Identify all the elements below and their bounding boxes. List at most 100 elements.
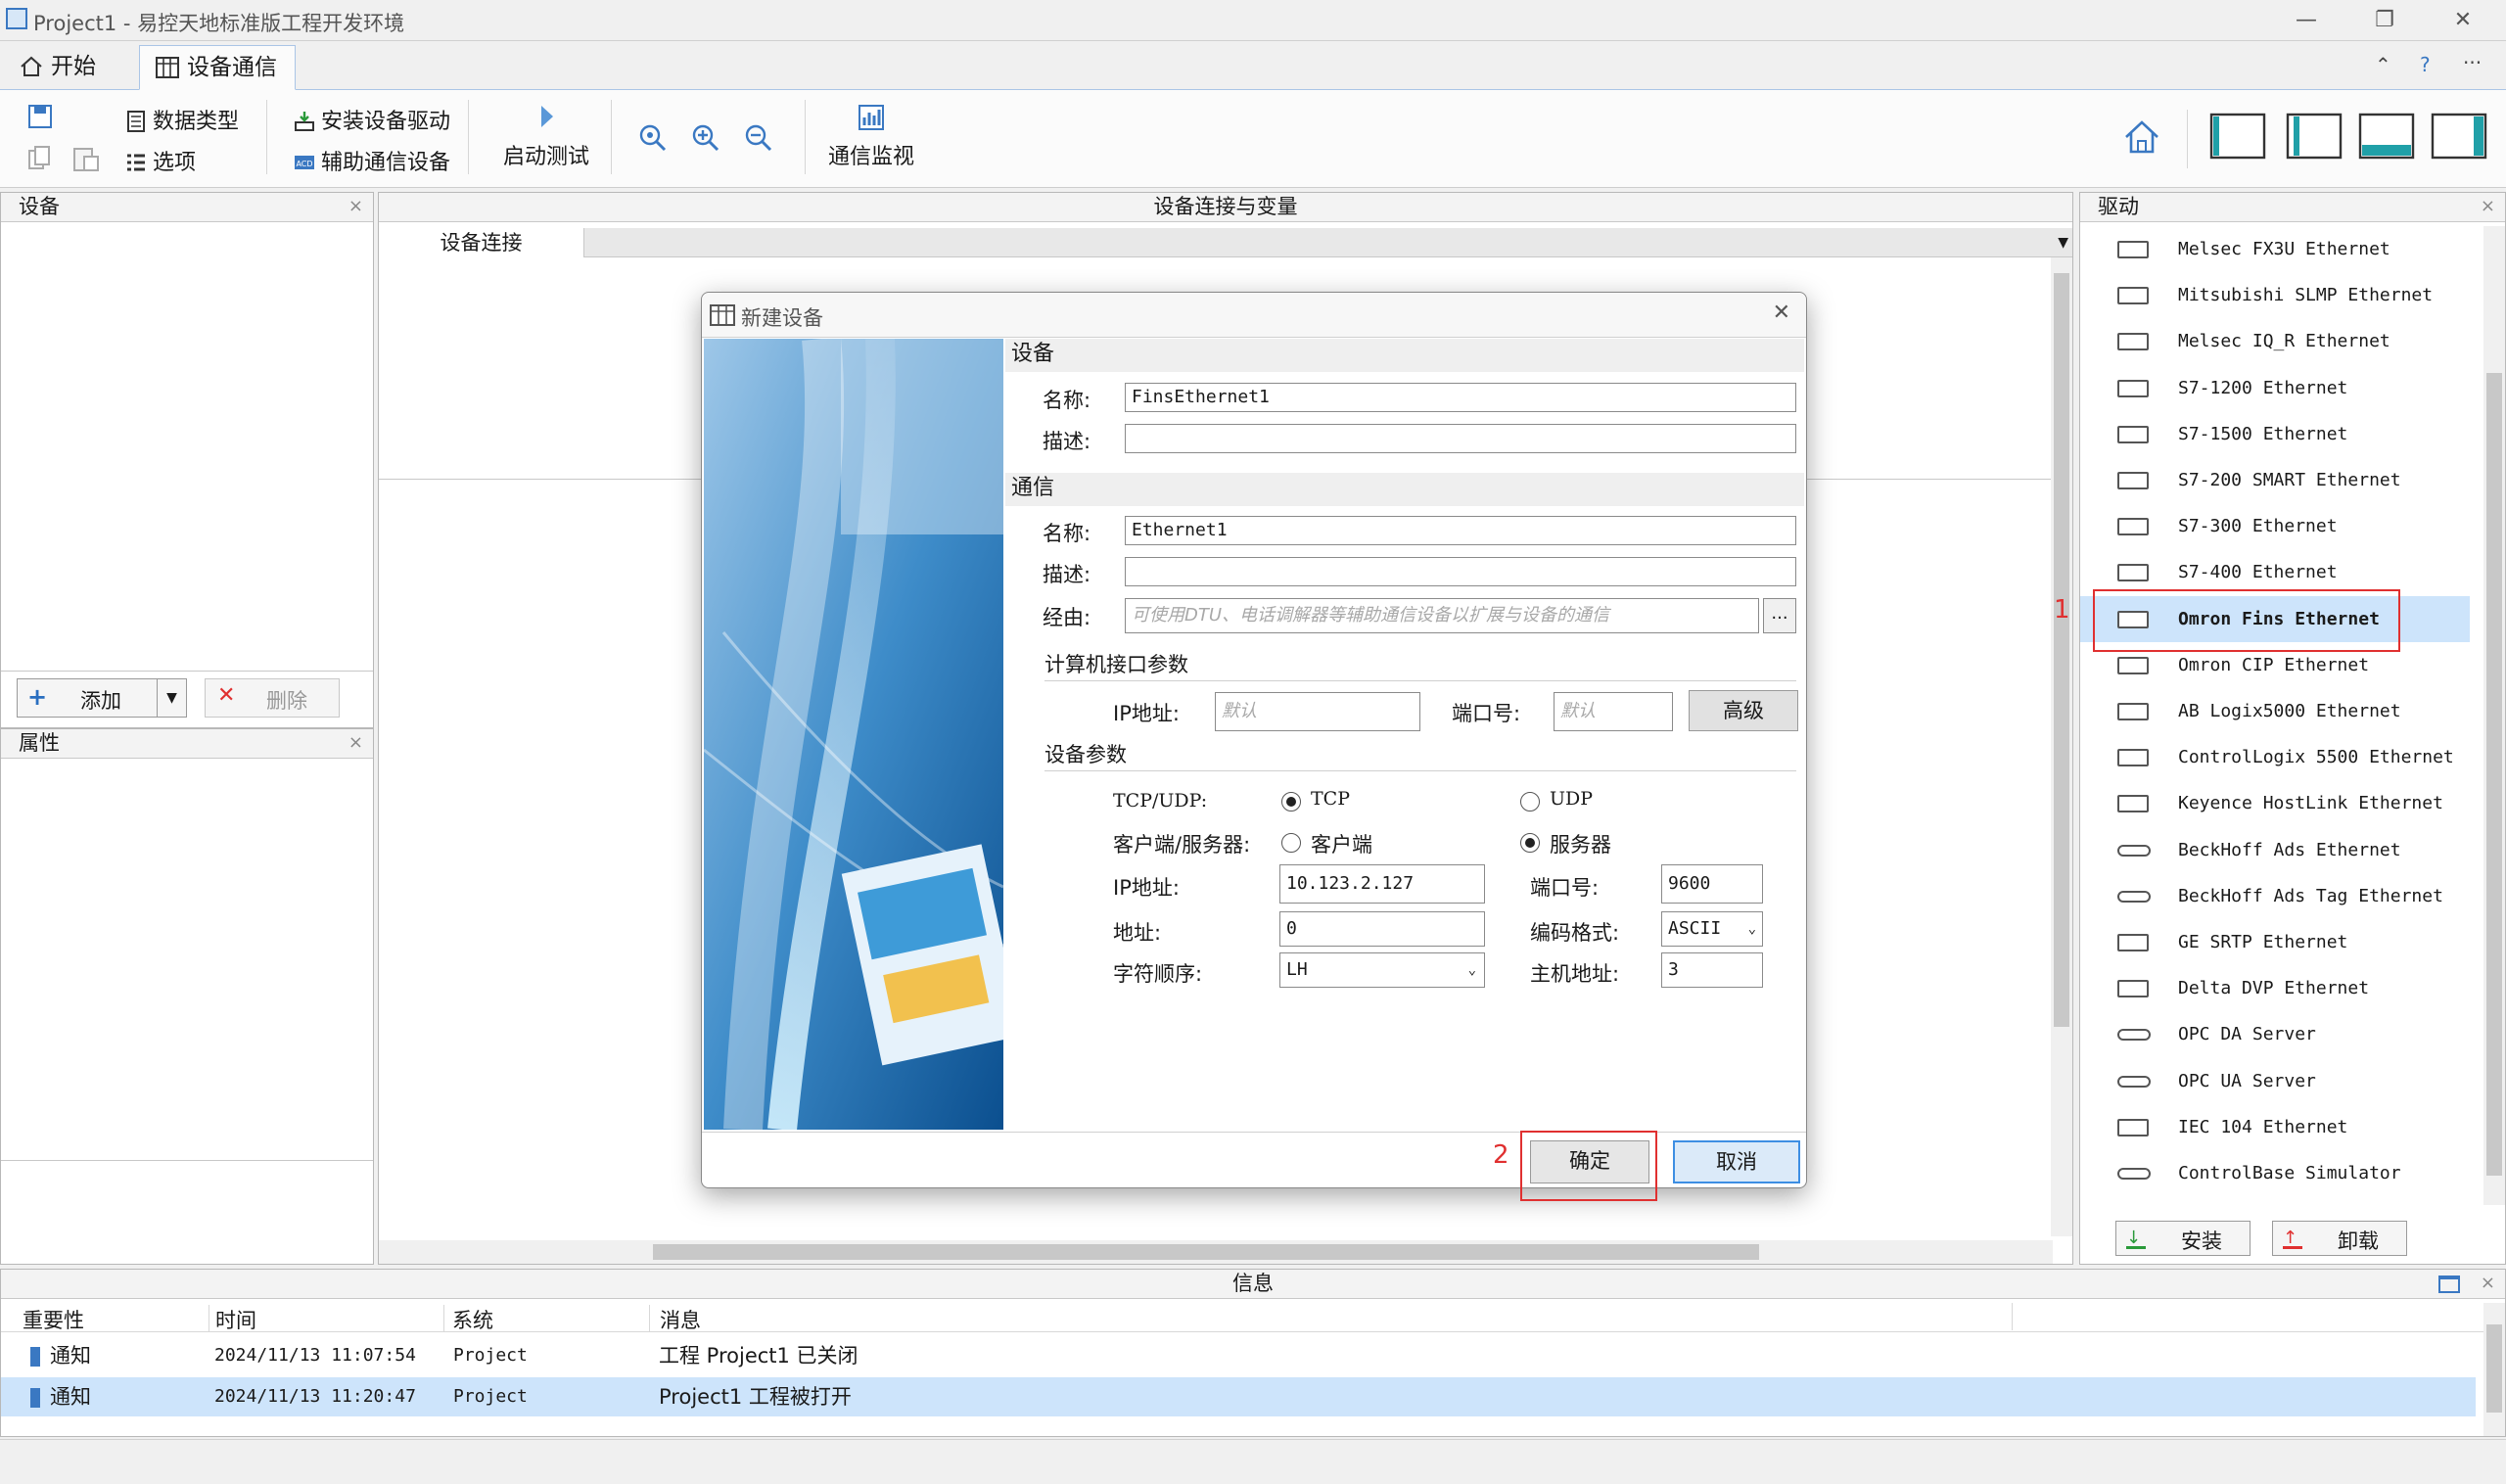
delete-device-button[interactable]: ✕ 删除	[205, 678, 340, 718]
close-button[interactable]: ✕	[2434, 4, 2492, 37]
encoding-label: 编码格式:	[1530, 921, 1620, 945]
route-input[interactable]: 可使用DTU、电话调解器等辅助通信设备以扩展与设备的通信	[1125, 598, 1759, 633]
table-row[interactable]: 通知 2024/11/13 11:20:47 Project Project1 工程被…	[1, 1377, 2476, 1416]
layout-left-panel-icon[interactable]	[2285, 112, 2344, 161]
scrollbar-thumb[interactable]	[2486, 1324, 2502, 1413]
chevron-down-icon[interactable]: ▼	[2058, 228, 2068, 257]
col-message[interactable]: 消息	[649, 1305, 701, 1332]
driver-item[interactable]: S7-1500 Ethernet	[2080, 411, 2470, 457]
encoding-select[interactable]: ASCII ⌄	[1661, 911, 1763, 947]
tab-start[interactable]: 开始	[4, 45, 114, 90]
ok-button[interactable]: 确定	[1530, 1140, 1649, 1183]
tab-device-comm-label: 设备通信	[187, 55, 277, 80]
dialog-close-button[interactable]: ✕	[1773, 301, 1790, 325]
install-button[interactable]: ↓ 安装	[2115, 1221, 2251, 1256]
tab-device-comm[interactable]: 设备通信	[139, 45, 296, 90]
driver-item[interactable]: Melsec FX3U Ethernet	[2080, 226, 2470, 272]
server-radio[interactable]	[1520, 833, 1540, 853]
vertical-scrollbar[interactable]	[2483, 1303, 2505, 1436]
close-icon[interactable]: ×	[348, 193, 363, 220]
driver-item[interactable]: ControlBase Simulator	[2080, 1150, 2470, 1196]
horizontal-scrollbar[interactable]	[379, 1240, 2053, 1264]
aux-device-button[interactable]: ACD 辅助通信设备	[294, 145, 450, 176]
annotation-step-2: 2	[1493, 1140, 1509, 1170]
driver-item[interactable]: GE SRTP Ethernet	[2080, 919, 2470, 965]
ip-input[interactable]: 10.123.2.127	[1279, 864, 1485, 904]
more-button[interactable]: ···	[2463, 51, 2482, 74]
scrollbar-thumb[interactable]	[2054, 273, 2069, 1027]
add-device-button[interactable]: + 添加 ▼	[17, 678, 187, 718]
table-row[interactable]: 通知 2024/11/13 11:07:54 Project 工程 Project1 …	[1, 1336, 2476, 1375]
zoom-fit-icon[interactable]	[638, 123, 668, 153]
comm-desc-input[interactable]	[1125, 557, 1796, 586]
driver-item[interactable]: S7-200 SMART Ethernet	[2080, 457, 2470, 503]
driver-item[interactable]: Delta DVP Ethernet	[2080, 965, 2470, 1011]
help-button[interactable]: ?	[2420, 53, 2431, 76]
route-browse-button[interactable]: ...	[1763, 598, 1796, 633]
device-name-input[interactable]: FinsEthernet1	[1125, 383, 1796, 412]
options-button[interactable]: 选项	[125, 145, 196, 176]
collapse-ribbon-button[interactable]: ⌃	[2375, 53, 2391, 76]
copy-icon[interactable]	[27, 145, 51, 170]
minimize-button[interactable]: —	[2277, 4, 2336, 37]
info-panel-title: 信息	[1232, 1272, 1274, 1295]
driver-item[interactable]: Melsec IQ_R Ethernet	[2080, 318, 2470, 364]
col-time[interactable]: 时间	[209, 1305, 256, 1332]
start-test-button[interactable]: 启动测试	[501, 104, 591, 170]
ethernet-port-icon	[2117, 518, 2149, 536]
driver-item[interactable]: AB Logix5000 Ethernet	[2080, 688, 2470, 734]
device-desc-input[interactable]	[1125, 424, 1796, 453]
driver-item[interactable]: Keyence HostLink Ethernet	[2080, 780, 2470, 826]
uninstall-button[interactable]: ↑ 卸载	[2272, 1221, 2407, 1256]
ip-label: IP地址:	[1113, 876, 1180, 900]
driver-item[interactable]: S7-300 Ethernet	[2080, 503, 2470, 549]
maximize-panel-icon[interactable]	[2438, 1275, 2460, 1293]
zoom-in-icon[interactable]	[691, 123, 720, 153]
data-type-button[interactable]: 数据类型	[125, 104, 239, 135]
comm-monitor-button[interactable]: 通信监视	[822, 104, 920, 170]
driver-item[interactable]: OPC DA Server	[2080, 1011, 2470, 1057]
driver-item[interactable]: BeckHoff Ads Ethernet	[2080, 827, 2470, 873]
driver-item[interactable]: OPC UA Server	[2080, 1058, 2470, 1104]
port-input[interactable]: 9600	[1661, 864, 1763, 904]
cancel-button[interactable]: 取消	[1673, 1140, 1800, 1183]
tcp-radio[interactable]	[1281, 792, 1301, 812]
driver-item[interactable]: BeckHoff Ads Tag Ethernet	[2080, 873, 2470, 919]
byte-order-select[interactable]: LH ⌄	[1279, 952, 1485, 988]
layout-left-icon[interactable]	[2208, 112, 2267, 161]
scrollbar-thumb[interactable]	[2486, 373, 2502, 1176]
col-level[interactable]: 重要性	[23, 1305, 84, 1334]
client-radio[interactable]	[1281, 833, 1301, 853]
layout-right-icon[interactable]	[2430, 112, 2488, 161]
comm-name-input[interactable]: Ethernet1	[1125, 516, 1796, 545]
close-icon[interactable]: ×	[2481, 193, 2495, 220]
save-icon[interactable]	[27, 104, 53, 129]
driver-item[interactable]: S7-1200 Ethernet	[2080, 365, 2470, 411]
host-addr-input[interactable]: 3	[1661, 952, 1763, 988]
ethernet-port-icon	[2117, 472, 2149, 489]
ribbon-separator	[468, 100, 469, 174]
advanced-button[interactable]: 高级	[1689, 690, 1798, 731]
ribbon-toolbar: 数据类型 选项 安装设备驱动 ACD 辅助通信设备 启动测试 通信监视	[0, 90, 2506, 188]
driver-item[interactable]: ControlLogix 5500 Ethernet	[2080, 734, 2470, 780]
vertical-scrollbar[interactable]	[2483, 226, 2505, 1205]
driver-item[interactable]: Mitsubishi SLMP Ethernet	[2080, 272, 2470, 318]
restore-button[interactable]: ❐	[2355, 4, 2414, 37]
col-system[interactable]: 系统	[443, 1305, 493, 1332]
pc-port-input[interactable]: 默认	[1554, 692, 1673, 731]
layout-bottom-icon[interactable]	[2357, 112, 2416, 161]
scrollbar-thumb[interactable]	[653, 1244, 1759, 1260]
install-driver-button[interactable]: 安装设备驱动	[294, 104, 450, 135]
paste-icon[interactable]	[72, 145, 100, 172]
tab-device-connection[interactable]: 设备连接	[379, 228, 584, 257]
driver-item[interactable]: IEC 104 Ethernet	[2080, 1104, 2470, 1150]
chevron-down-icon[interactable]: ▼	[157, 679, 186, 717]
vertical-scrollbar[interactable]	[2051, 257, 2072, 1236]
pc-ip-input[interactable]: 默认	[1215, 692, 1420, 731]
udp-radio[interactable]	[1520, 792, 1540, 812]
addr-input[interactable]: 0	[1279, 911, 1485, 947]
close-icon[interactable]: ×	[2481, 1270, 2495, 1297]
zoom-out-icon[interactable]	[744, 123, 773, 153]
close-icon[interactable]: ×	[348, 729, 363, 757]
home-icon[interactable]	[2122, 117, 2161, 157]
